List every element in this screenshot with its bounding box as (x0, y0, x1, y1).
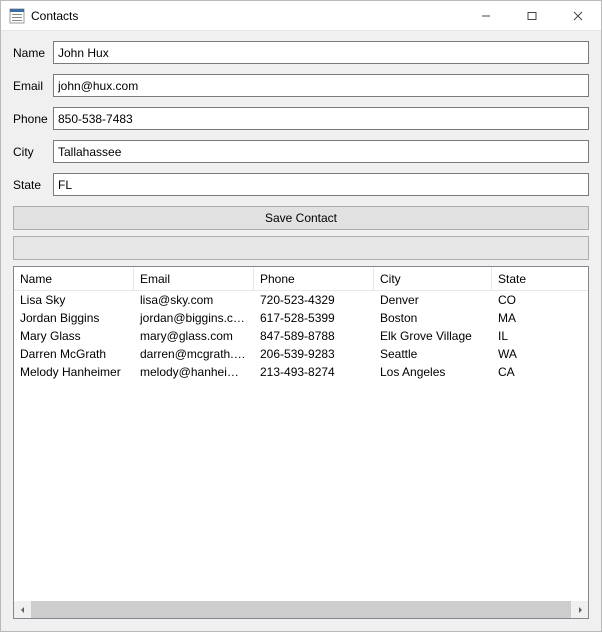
minimize-button[interactable] (463, 1, 509, 31)
form-row-city: City (13, 140, 589, 163)
cell-city: Seattle (374, 347, 492, 361)
label-city: City (13, 145, 53, 159)
horizontal-scrollbar[interactable] (14, 601, 588, 618)
form-row-name: Name (13, 41, 589, 64)
table-body[interactable]: Lisa Sky lisa@sky.com 720-523-4329 Denve… (14, 291, 588, 601)
contacts-table: Name Email Phone City State Lisa Sky lis… (13, 266, 589, 619)
cell-email: darren@mcgrath.c… (134, 347, 254, 361)
table-row[interactable]: Melody Hanheimer melody@hanheime… 213-49… (14, 363, 588, 381)
cell-name: Jordan Biggins (14, 311, 134, 325)
scrollbar-thumb[interactable] (31, 601, 571, 618)
cell-phone: 206-539-9283 (254, 347, 374, 361)
titlebar: Contacts (1, 1, 601, 31)
cell-phone: 847-589-8788 (254, 329, 374, 343)
cell-state: CO (492, 293, 574, 307)
label-email: Email (13, 79, 53, 93)
column-header-email[interactable]: Email (134, 267, 254, 290)
input-email[interactable] (53, 74, 589, 97)
cell-name: Lisa Sky (14, 293, 134, 307)
cell-email: jordan@biggins.com (134, 311, 254, 325)
cell-state: MA (492, 311, 574, 325)
secondary-button[interactable] (13, 236, 589, 260)
maximize-button[interactable] (509, 1, 555, 31)
scrollbar-track[interactable] (31, 601, 571, 618)
cell-phone: 720-523-4329 (254, 293, 374, 307)
cell-name: Mary Glass (14, 329, 134, 343)
cell-state: CA (492, 365, 574, 379)
column-header-state[interactable]: State (492, 267, 574, 290)
form-row-phone: Phone (13, 107, 589, 130)
cell-phone: 213-493-8274 (254, 365, 374, 379)
window-title: Contacts (31, 9, 78, 23)
column-header-name[interactable]: Name (14, 267, 134, 290)
cell-city: Denver (374, 293, 492, 307)
cell-state: IL (492, 329, 574, 343)
content-area: Name Email Phone City State Save Contact… (1, 31, 601, 631)
cell-phone: 617-528-5399 (254, 311, 374, 325)
cell-city: Los Angeles (374, 365, 492, 379)
input-phone[interactable] (53, 107, 589, 130)
cell-name: Melody Hanheimer (14, 365, 134, 379)
close-button[interactable] (555, 1, 601, 31)
app-icon (9, 8, 25, 24)
cell-state: WA (492, 347, 574, 361)
cell-name: Darren McGrath (14, 347, 134, 361)
cell-email: mary@glass.com (134, 329, 254, 343)
table-row[interactable]: Mary Glass mary@glass.com 847-589-8788 E… (14, 327, 588, 345)
cell-city: Elk Grove Village (374, 329, 492, 343)
column-header-phone[interactable]: Phone (254, 267, 374, 290)
cell-email: lisa@sky.com (134, 293, 254, 307)
table-row[interactable]: Darren McGrath darren@mcgrath.c… 206-539… (14, 345, 588, 363)
table-header-row: Name Email Phone City State (14, 267, 588, 291)
input-name[interactable] (53, 41, 589, 64)
table-row[interactable]: Lisa Sky lisa@sky.com 720-523-4329 Denve… (14, 291, 588, 309)
cell-email: melody@hanheime… (134, 365, 254, 379)
form-row-email: Email (13, 74, 589, 97)
label-phone: Phone (13, 112, 53, 126)
table-row[interactable]: Jordan Biggins jordan@biggins.com 617-52… (14, 309, 588, 327)
input-state[interactable] (53, 173, 589, 196)
form-row-state: State (13, 173, 589, 196)
window: Contacts Name Email Phone City St (0, 0, 602, 632)
label-state: State (13, 178, 53, 192)
input-city[interactable] (53, 140, 589, 163)
scroll-right-arrow-icon[interactable] (571, 601, 588, 618)
label-name: Name (13, 46, 53, 60)
cell-city: Boston (374, 311, 492, 325)
save-contact-button[interactable]: Save Contact (13, 206, 589, 230)
scroll-left-arrow-icon[interactable] (14, 601, 31, 618)
column-header-city[interactable]: City (374, 267, 492, 290)
